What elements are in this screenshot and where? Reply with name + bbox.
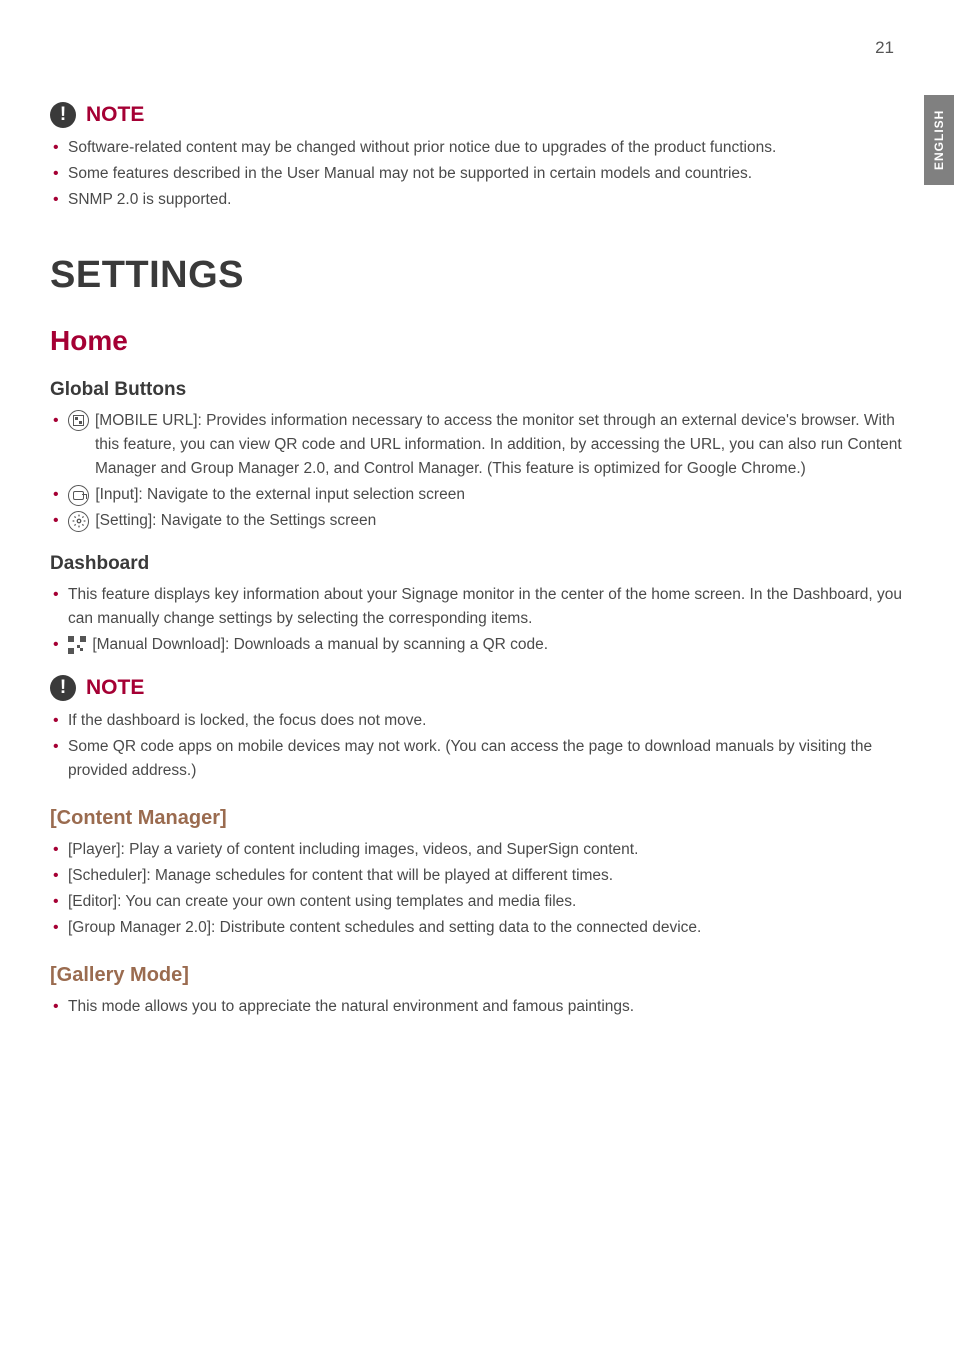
list-item: [Player]: Play a variety of content incl… [52,838,904,862]
list-item: This feature displays key information ab… [52,583,904,631]
note-exclamation-icon: ! [50,102,76,128]
gallery-mode-list: This mode allows you to appreciate the n… [50,995,904,1019]
language-tab: ENGLISH [924,95,954,185]
list-item: [Group Manager 2.0]: Distribute content … [52,916,904,940]
note-header: ! NOTE [50,102,904,128]
top-note-list: Software-related content may be changed … [50,136,904,212]
note-header: ! NOTE [50,675,904,701]
list-item: Software-related content may be changed … [52,136,904,160]
global-buttons-heading: Global Buttons [50,379,904,401]
list-item: [Input]: Navigate to the external input … [52,483,904,507]
gallery-mode-heading: [Gallery Mode] [50,964,904,987]
list-item: Some features described in the User Manu… [52,162,904,186]
manual-download-text: [Manual Download]: Downloads a manual by… [92,636,548,653]
list-item: [Manual Download]: Downloads a manual by… [52,633,904,657]
list-item: [Editor]: You can create your own conten… [52,890,904,914]
input-text: [Input]: Navigate to the external input … [95,486,465,503]
note-exclamation-icon: ! [50,675,76,701]
list-item: Some QR code apps on mobile devices may … [52,735,904,783]
mobile-url-text: [MOBILE URL]: Provides information neces… [95,409,904,481]
list-item: [MOBILE URL]: Provides information neces… [52,409,904,481]
content-manager-heading: [Content Manager] [50,807,904,830]
list-item: If the dashboard is locked, the focus do… [52,709,904,733]
list-item: [Scheduler]: Manage schedules for conten… [52,864,904,888]
note-label: NOTE [86,676,144,700]
settings-gear-icon [68,511,89,532]
input-icon [68,485,89,506]
list-item: This mode allows you to appreciate the n… [52,995,904,1019]
list-item: [Setting]: Navigate to the Settings scre… [52,509,904,533]
page-number: 21 [875,38,894,58]
global-buttons-list: [MOBILE URL]: Provides information neces… [50,409,904,533]
home-heading: Home [50,325,904,357]
setting-text: [Setting]: Navigate to the Settings scre… [95,512,376,529]
mobile-url-icon [68,410,89,431]
content-manager-list: [Player]: Play a variety of content incl… [50,838,904,940]
mid-note-list: If the dashboard is locked, the focus do… [50,709,904,783]
dashboard-list: This feature displays key information ab… [50,583,904,657]
qr-code-icon [68,636,86,654]
dashboard-heading: Dashboard [50,553,904,575]
settings-heading: SETTINGS [50,254,904,297]
note-label: NOTE [86,103,144,127]
list-item: SNMP 2.0 is supported. [52,188,904,212]
